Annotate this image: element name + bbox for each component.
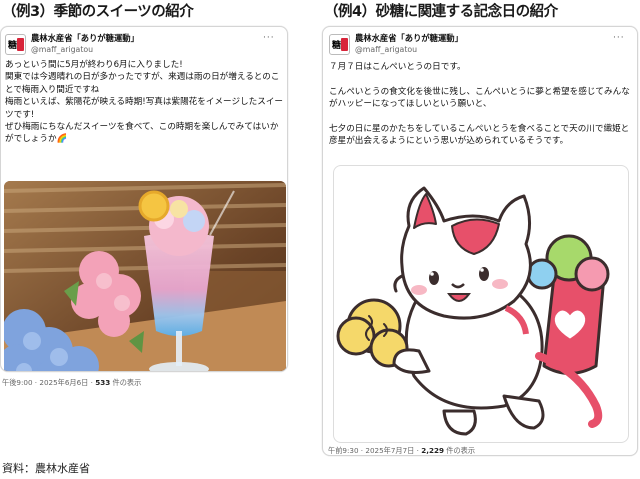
account-header[interactable]: 糖 農林水産省「ありが糖運動」 @maff_arigatou — [329, 33, 463, 55]
avatar-red-block — [17, 37, 24, 51]
source-caption: 資料：農林水産省 — [2, 462, 90, 475]
post-card-konpeito[interactable]: 糖 農林水産省「ありが糖運動」 @maff_arigatou ··· ７月７日は… — [322, 26, 638, 456]
more-dots-icon[interactable]: ··· — [263, 33, 275, 43]
avatar-red-block — [341, 37, 348, 51]
account-name[interactable]: 農林水産省「ありが糖運動」 — [31, 33, 139, 44]
avatar[interactable]: 糖 — [5, 33, 26, 55]
post-time[interactable]: 午前9:30 · 2025年7月7日 · — [328, 446, 421, 455]
example-4-heading: （例4）砂糖に関連する記念日の紹介 — [324, 4, 558, 20]
more-dots-icon[interactable]: ··· — [613, 33, 625, 43]
views-suffix: 件の表示 — [443, 446, 476, 455]
post-text: ７月７日はこんぺいとうの日です。 こんぺいとうの食文化を後世に残し、こんぺいとう… — [329, 62, 630, 147]
views-suffix: 件の表示 — [110, 378, 142, 387]
post-card-sweets[interactable]: 糖 農林水産省「ありが糖運動」 @maff_arigatou ··· あっという… — [0, 26, 288, 372]
avatar[interactable]: 糖 — [329, 33, 350, 55]
avatar-glyph: 糖 — [7, 40, 17, 51]
post-text: あっという間に5月が終わり6月に入りました! 関東では今週晴れの日が多かったです… — [5, 60, 284, 145]
account-handle[interactable]: @maff_arigatou — [355, 44, 463, 55]
views-count: 2,229 — [421, 446, 444, 455]
post-illustration[interactable] — [333, 165, 629, 443]
account-header[interactable]: 糖 農林水産省「ありが糖運動」 @maff_arigatou — [5, 33, 139, 55]
views-count: 533 — [95, 378, 111, 387]
account-name[interactable]: 農林水産省「ありが糖運動」 — [355, 33, 463, 44]
avatar-glyph: 糖 — [331, 40, 341, 51]
post-meta-left: 午後9:00 · 2025年6月6日 · 533 件の表示 — [2, 378, 141, 388]
account-handle[interactable]: @maff_arigatou — [31, 44, 139, 55]
post-meta-right: 午前9:30 · 2025年7月7日 · 2,229 件の表示 — [328, 446, 475, 456]
example-3-heading: （例3）季節のスイーツの紹介 — [2, 4, 194, 20]
parfait-photo-image — [4, 181, 286, 371]
cat-konpeito-illustration — [336, 186, 610, 436]
post-time[interactable]: 午後9:00 · 2025年6月6日 · — [2, 378, 95, 387]
post-photo[interactable] — [4, 181, 286, 371]
